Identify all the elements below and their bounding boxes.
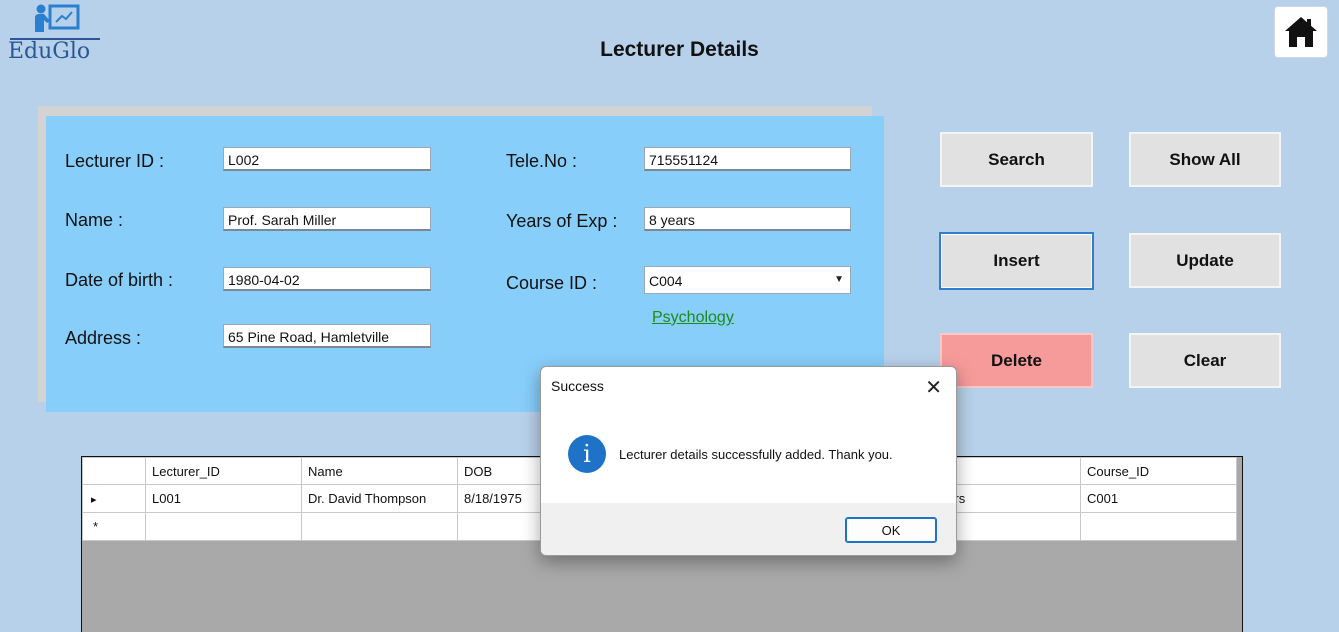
lecturer-id-field[interactable]: L002 <box>223 147 431 171</box>
table-cell[interactable]: Dr. David Thompson <box>301 484 458 513</box>
address-field[interactable]: 65 Pine Road, Hamletville <box>223 324 431 348</box>
close-icon[interactable]: ✕ <box>925 375 942 400</box>
row-header-current[interactable]: ▸ <box>82 484 146 513</box>
table-cell[interactable] <box>301 512 458 541</box>
lecturer-id-label: Lecturer ID : <box>65 151 165 171</box>
exp-field[interactable]: 8 years <box>644 207 851 231</box>
row-header-new[interactable]: * <box>82 512 146 541</box>
current-row-marker: ▸ <box>91 494 97 506</box>
course-name-link[interactable]: Psychology <box>652 309 734 327</box>
tele-label: Tele.No : <box>506 151 578 171</box>
dialog-footer: OK <box>541 503 956 555</box>
show-all-button[interactable]: Show All <box>1129 132 1281 187</box>
table-cell[interactable] <box>1080 512 1237 541</box>
home-button[interactable] <box>1274 6 1328 58</box>
column-header[interactable]: Name <box>301 457 458 485</box>
table-cell[interactable]: L001 <box>145 484 302 513</box>
column-header[interactable]: Lecturer_ID <box>145 457 302 485</box>
success-dialog: Success ✕ i Lecturer details successfull… <box>540 366 957 556</box>
course-id-label: Course ID : <box>506 273 598 293</box>
update-button[interactable]: Update <box>1129 233 1281 288</box>
name-field[interactable]: Prof. Sarah Miller <box>223 207 431 231</box>
row-header-corner <box>82 457 146 485</box>
exp-label: Years of Exp : <box>506 211 618 231</box>
address-label: Address : <box>65 328 142 348</box>
clear-button[interactable]: Clear <box>1129 333 1281 388</box>
table-cell[interactable] <box>145 512 302 541</box>
teacher-board-icon <box>35 4 80 32</box>
info-icon: i <box>568 435 606 473</box>
dob-field[interactable]: 1980-04-02 <box>223 267 431 291</box>
insert-button[interactable]: Insert <box>939 232 1094 290</box>
ok-button[interactable]: OK <box>845 517 937 543</box>
chevron-down-icon[interactable]: ▼ <box>834 274 844 285</box>
page-title: Lecturer Details <box>600 38 759 61</box>
dialog-body: i Lecturer details successfully added. T… <box>541 405 956 503</box>
tele-field[interactable]: 715551124 <box>644 147 851 171</box>
delete-button[interactable]: Delete <box>940 333 1093 388</box>
dialog-message: Lecturer details successfully added. Tha… <box>619 447 893 462</box>
new-row-marker: * <box>93 519 99 534</box>
home-icon <box>1285 17 1317 47</box>
dialog-title: Success <box>551 378 604 394</box>
dob-label: Date of birth : <box>65 270 174 290</box>
course-id-select[interactable]: C004 ▼ <box>644 266 851 294</box>
search-button[interactable]: Search <box>940 132 1093 187</box>
name-label: Name : <box>65 210 124 230</box>
column-header[interactable]: Course_ID <box>1080 457 1237 485</box>
course-id-value: C004 <box>649 273 683 289</box>
table-cell[interactable]: C001 <box>1080 484 1237 513</box>
